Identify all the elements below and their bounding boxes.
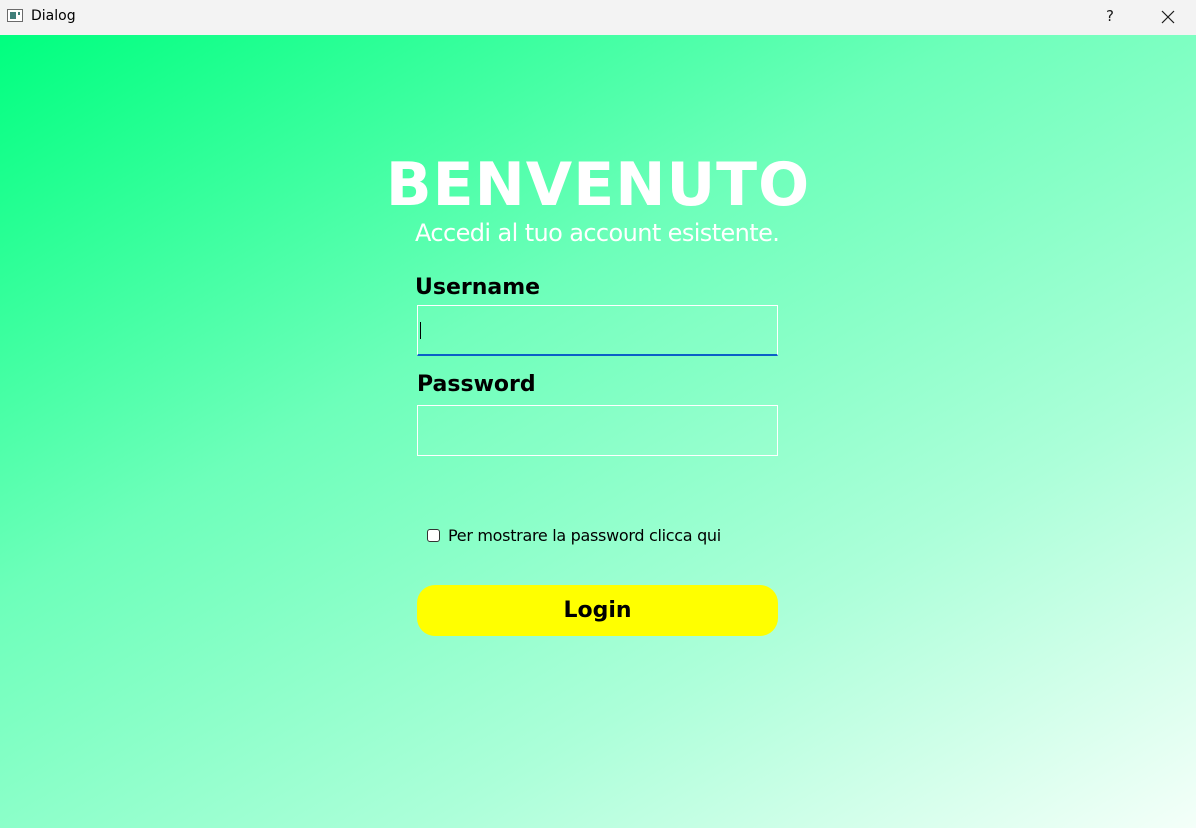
password-input[interactable]: [417, 405, 778, 456]
show-password-checkbox[interactable]: [427, 529, 440, 542]
username-input[interactable]: [417, 305, 778, 356]
close-button[interactable]: [1140, 0, 1196, 35]
window-title: Dialog: [31, 8, 76, 24]
text-caret: [420, 322, 421, 339]
login-button[interactable]: Login: [417, 585, 778, 636]
app-window-icon: [7, 9, 23, 22]
show-password-toggle[interactable]: Per mostrare la password clicca qui: [427, 526, 721, 545]
close-icon: [1161, 10, 1175, 24]
welcome-heading: BENVENUTO: [385, 150, 811, 220]
login-panel: BENVENUTO Accedi al tuo account esistent…: [0, 35, 1196, 828]
show-password-label[interactable]: Per mostrare la password clicca qui: [448, 526, 721, 545]
username-label: Username: [415, 275, 541, 300]
title-bar[interactable]: Dialog ?: [0, 0, 1196, 35]
password-label: Password: [417, 372, 536, 397]
welcome-subheading: Accedi al tuo account esistente.: [415, 219, 780, 247]
help-button[interactable]: ?: [1092, 0, 1128, 35]
dialog-window: Dialog ? BENVENUTO Accedi al tuo account…: [0, 0, 1196, 828]
